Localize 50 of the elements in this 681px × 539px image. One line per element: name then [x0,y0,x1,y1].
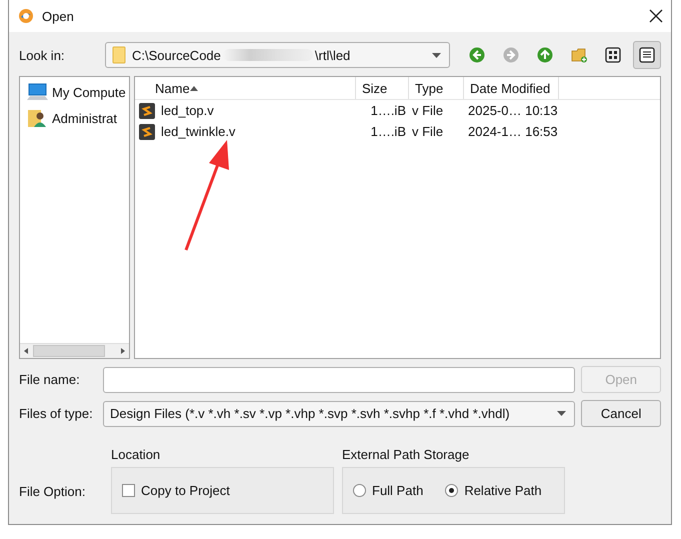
field-label: File Option: [19,484,86,499]
caret-icon [557,411,566,416]
field-label: File name: [19,372,81,387]
table-cell-text: 1….iB [370,103,407,118]
checkbox[interactable] [122,484,135,497]
group-title: External Path Storage [342,447,470,462]
sidebar-item[interactable]: Administrat [20,105,129,131]
table-cell-text: 2025-0… 10:13 [467,103,559,118]
table-cell-text: 1….iB [370,124,407,139]
dialog-button[interactable]: Cancel [581,400,661,427]
file-name: led_top.v [161,103,214,118]
table-cell-text: 2024-1… 16:53 [467,124,559,139]
column-header[interactable]: Size [356,77,409,99]
dropdown-value: Design Files (*.v *.vh *.sv *.vp *.vhp *.svp *.svh *.svhp *.f *.vhd *.vhdl) [110,406,510,421]
table-cell-text: v File [411,103,444,118]
window-title: Open [42,8,75,24]
column-header[interactable]: Date Modified [464,77,559,99]
radio-button[interactable] [445,484,458,497]
folder-icon [112,46,126,64]
path-dropdown[interactable]: C:\SourceCode \rtl\led [105,42,450,68]
file-name-field[interactable] [103,366,576,392]
path-text: C:\SourceCode [132,48,221,62]
radio-button[interactable] [353,484,366,497]
file-type-icon [139,124,155,140]
detail-view-icon [639,47,655,63]
user-folder-icon [26,108,48,128]
table-cell-text: v File [411,124,444,139]
file-row[interactable]: led_top.v [135,102,356,118]
path-text: \rtl\led [314,48,350,62]
field-label: Look in: [19,48,66,62]
new-folder-icon [570,46,588,64]
file-row[interactable]: led_twinkle.v [135,124,356,140]
checkbox-option[interactable]: Copy to Project [122,483,230,498]
horizontal-scrollbar[interactable] [20,343,129,358]
file-name: led_twinkle.v [161,124,236,139]
caret-icon [432,52,441,58]
icon-view-icon [605,47,621,63]
sidebar-item[interactable]: My Compute [20,79,129,105]
radio-option[interactable]: Relative Path [445,483,542,498]
radio-option[interactable]: Full Path [353,483,424,498]
file-type-icon [139,102,155,118]
field-label: Files of type: [19,406,94,421]
file-type-dropdown[interactable]: Design Files (*.v *.vh *.sv *.vp *.vhp *.svp *.svh *.svhp *.f *.vhd *.vhdl) [103,400,576,426]
group-title: Location [111,447,162,462]
app-logo-icon [18,8,34,24]
column-header[interactable]: Name [135,77,356,99]
computer-icon [26,83,48,101]
close-icon[interactable] [649,9,663,23]
column-header[interactable]: Type [409,77,464,99]
view-mode-button[interactable] [633,41,661,69]
